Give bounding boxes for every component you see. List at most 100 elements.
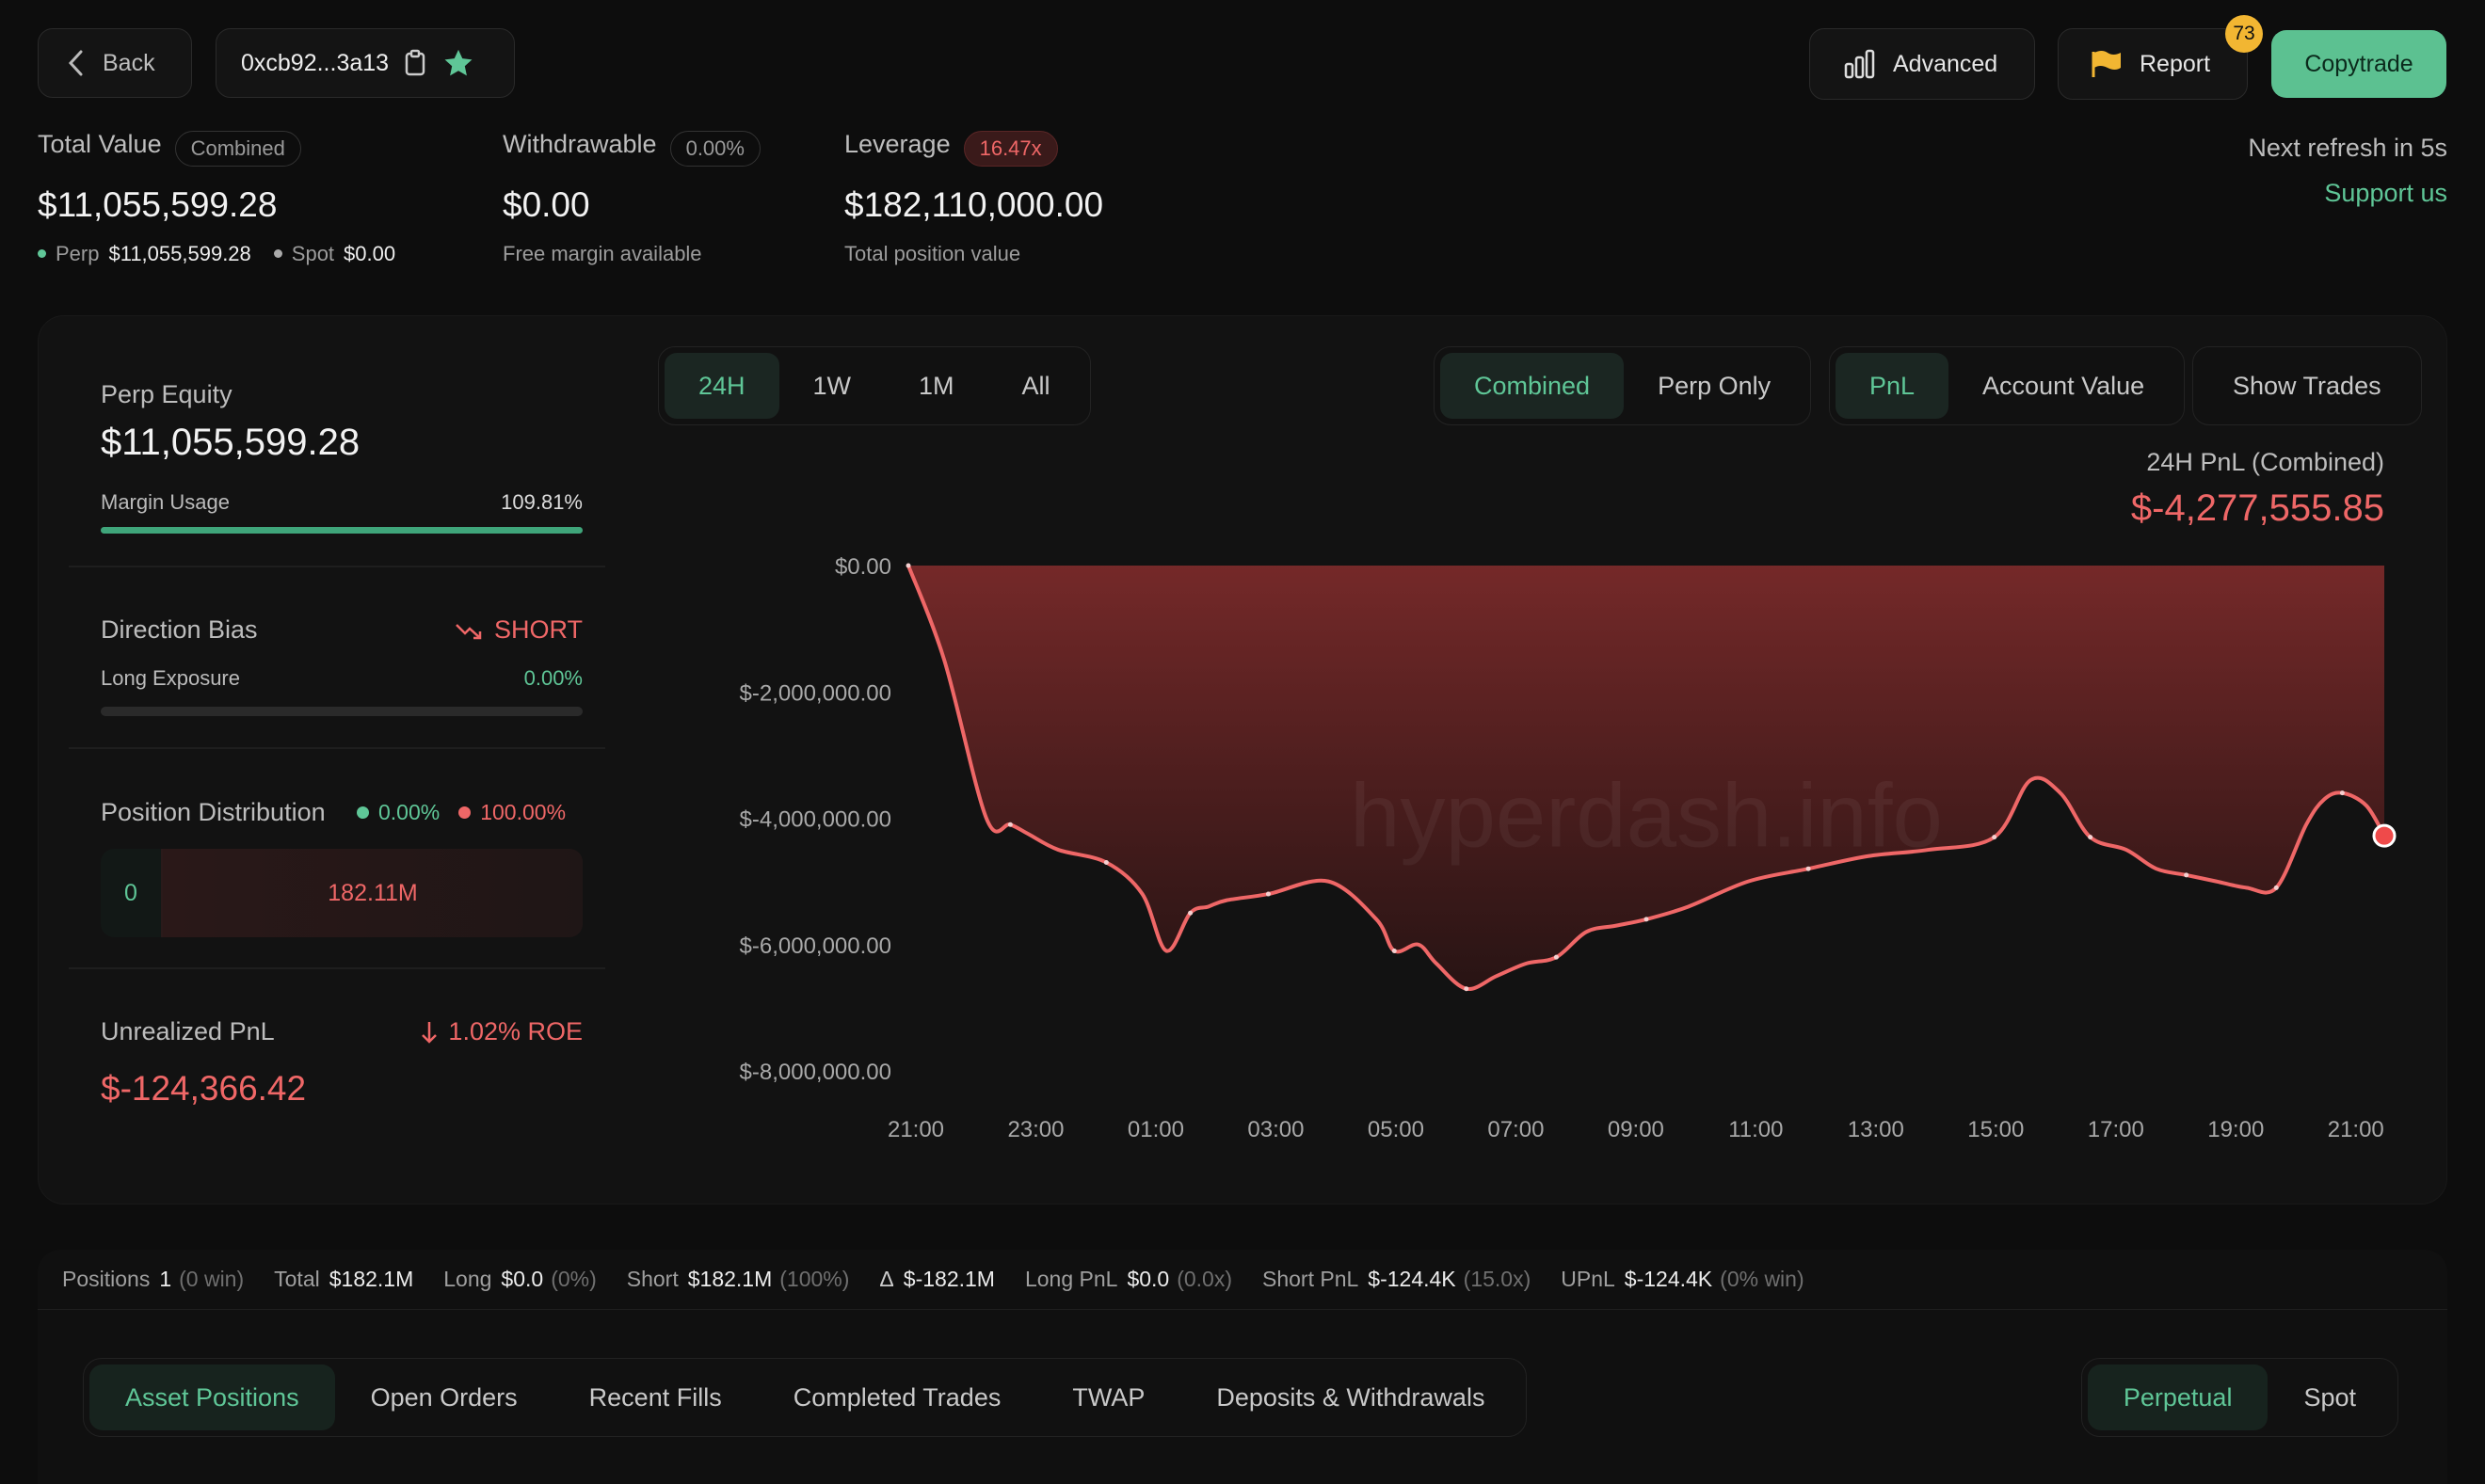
- tab-asset-positions[interactable]: Asset Positions: [89, 1364, 335, 1430]
- y-tick-label: $-2,000,000.00: [740, 680, 891, 706]
- show-trades-button[interactable]: Show Trades: [2199, 353, 2415, 419]
- data-point: [1391, 948, 1397, 953]
- chart-title: 24H PnL (Combined): [2146, 448, 2384, 476]
- mode-tabs: Combined Perp Only: [1434, 346, 1812, 425]
- mode-tab-perp-only[interactable]: Perp Only: [1624, 353, 1804, 419]
- range-tab-1w[interactable]: 1W: [779, 353, 886, 419]
- flag-icon: [2092, 51, 2121, 77]
- range-tab-1m[interactable]: 1M: [885, 353, 988, 419]
- distribution-long-segment: 0: [101, 849, 163, 937]
- spot-label: Spot: [291, 241, 335, 265]
- market-tab-perpetual[interactable]: Perpetual: [2087, 1364, 2269, 1430]
- report-badge: 73: [2225, 15, 2263, 53]
- direction-value-wrap: SHORT: [453, 615, 583, 645]
- data-point: [2273, 885, 2279, 890]
- data-point: [1188, 910, 1194, 916]
- panel-divider: [69, 747, 605, 749]
- pnl-chart[interactable]: $0.00 $-2,000,000.00 $-4,000,000.00 $-6,000…: [660, 523, 2429, 1182]
- metric-tab-account-value[interactable]: Account Value: [1948, 353, 2178, 419]
- dist-long-value: 0: [124, 879, 137, 906]
- report-button[interactable]: Report: [2058, 28, 2248, 100]
- withdrawable-tag: 0.00%: [669, 130, 761, 167]
- tab-deposits-withdrawals[interactable]: Deposits & Withdrawals: [1180, 1364, 1520, 1430]
- withdrawable-block: Withdrawable 0.00% $0.00 Free margin avai…: [503, 130, 761, 266]
- dist-short-value: 182.11M: [328, 879, 418, 906]
- metric-tabs: PnL Account Value: [1829, 346, 2186, 425]
- x-tick-label: 13:00: [1848, 1117, 1904, 1142]
- last-point-marker: [2372, 823, 2397, 848]
- y-tick-label: $-6,000,000.00: [740, 933, 891, 959]
- data-point: [906, 563, 911, 568]
- leverage-label: Leverage: [844, 130, 951, 158]
- direction-value: SHORT: [493, 615, 583, 644]
- tab-completed-trades[interactable]: Completed Trades: [758, 1364, 1037, 1430]
- data-point: [2088, 835, 2093, 840]
- stat-long-pnl: Long PnL $0.0 (0.0x): [1024, 1267, 1232, 1291]
- x-tick-label: 19:00: [2207, 1117, 2264, 1142]
- x-tick-label: 09:00: [1608, 1117, 1664, 1142]
- tab-recent-fills[interactable]: Recent Fills: [553, 1364, 758, 1430]
- perp-equity-value: $11,055,599.28: [101, 422, 361, 463]
- range-tab-all[interactable]: All: [988, 353, 1084, 419]
- clipboard-icon[interactable]: [404, 49, 426, 77]
- y-tick-label: $-8,000,000.00: [740, 1060, 891, 1085]
- trending-down-icon: [456, 623, 482, 639]
- market-tab-spot[interactable]: Spot: [2268, 1364, 2392, 1430]
- perp-equity-label: Perp Equity: [101, 380, 232, 408]
- stat-short: Short $182.1M (100%): [626, 1267, 850, 1291]
- data-point: [1643, 917, 1649, 922]
- data-point: [1265, 891, 1271, 897]
- copytrade-button[interactable]: Copytrade: [2271, 30, 2446, 98]
- data-point: [1553, 954, 1559, 960]
- short-dot: [458, 806, 472, 819]
- perp-label: Perp: [56, 241, 100, 265]
- x-tick-label: 11:00: [1728, 1117, 1783, 1142]
- advanced-button[interactable]: Advanced: [1809, 28, 2035, 100]
- total-value-label: Total Value: [38, 130, 162, 158]
- report-label: Report: [2140, 50, 2211, 77]
- advanced-label: Advanced: [1893, 50, 1998, 77]
- asset-tabs: Asset Positions Open Orders Recent Fills Co…: [83, 1358, 1528, 1437]
- perp-dot: [38, 249, 46, 259]
- data-point: [1007, 822, 1013, 827]
- range-tab-24h[interactable]: 24H: [665, 353, 779, 419]
- panel-divider: [69, 566, 605, 567]
- long-exposure-value: 0.00%: [523, 666, 583, 690]
- address-chip[interactable]: 0xcb92...3a13: [216, 28, 515, 98]
- stat-positions: Positions 1 (0 win): [62, 1267, 245, 1291]
- arrow-down-icon: [422, 1021, 438, 1044]
- x-tick-label: 03:00: [1247, 1117, 1304, 1142]
- y-tick-label: $0.00: [835, 554, 891, 580]
- data-point: [2339, 790, 2345, 796]
- back-button[interactable]: Back: [38, 28, 192, 98]
- margin-usage-fill: [101, 527, 583, 534]
- leverage-sub: Total position value: [844, 241, 1021, 265]
- stat-long: Long $0.0 (0%): [443, 1267, 597, 1291]
- roe-wrap: 1.02% ROE: [377, 1017, 583, 1046]
- distribution-bar: 0 182.11M: [101, 849, 583, 937]
- show-trades-toggle[interactable]: Show Trades: [2192, 346, 2422, 425]
- dist-long-pct: 0.00%: [378, 800, 441, 824]
- leverage-block: Leverage 16.47x $182,110,000.00 Total pos…: [844, 130, 1103, 266]
- metric-tab-pnl[interactable]: PnL: [1836, 353, 1949, 419]
- overview-card: Perp Equity $11,055,599.28 Margin Usage …: [38, 315, 2447, 1205]
- stat-upnl: UPnL $-124.4K (0% win): [1561, 1267, 1804, 1291]
- stat-delta: Δ $-182.1M: [879, 1267, 995, 1291]
- withdrawable-value: $0.00: [503, 184, 590, 224]
- range-tabs: 24H 1W 1M All: [658, 346, 1091, 425]
- x-tick-label: 21:00: [888, 1117, 944, 1142]
- stat-total: Total $182.1M: [274, 1267, 414, 1291]
- tab-twap[interactable]: TWAP: [1036, 1364, 1180, 1430]
- tab-open-orders[interactable]: Open Orders: [335, 1364, 553, 1430]
- long-dot: [357, 806, 369, 819]
- combined-tag: Combined: [174, 130, 301, 167]
- data-point: [1805, 866, 1811, 871]
- mode-tab-combined[interactable]: Combined: [1440, 353, 1625, 419]
- wallet-address: 0xcb92...3a13: [241, 49, 390, 76]
- data-point: [2184, 872, 2189, 878]
- data-point: [1992, 835, 1997, 840]
- position-value: $182,110,000.00: [844, 184, 1104, 224]
- star-icon[interactable]: [441, 47, 475, 79]
- support-link[interactable]: Support us: [2324, 179, 2447, 208]
- chevron-left-icon: [68, 50, 83, 76]
